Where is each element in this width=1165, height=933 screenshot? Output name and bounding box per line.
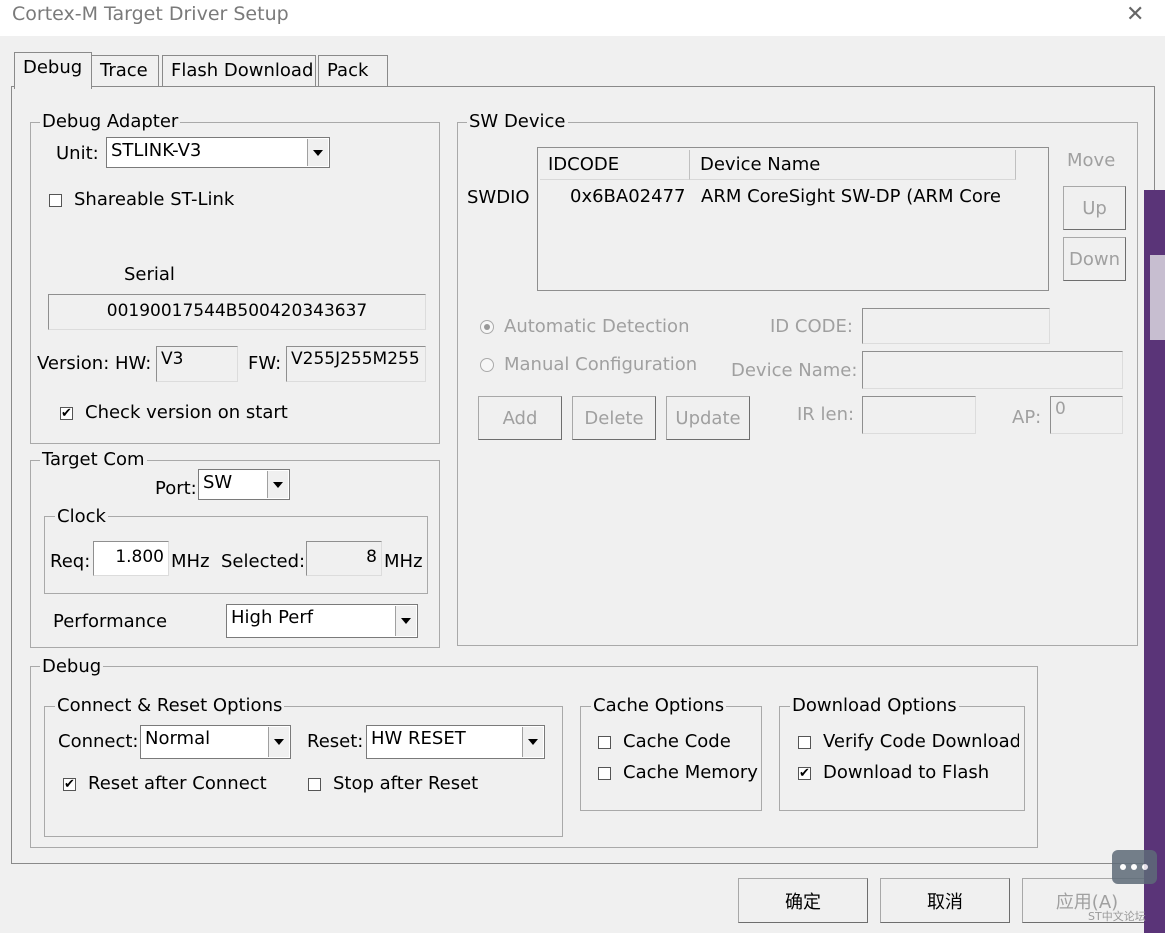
- irlen-input[interactable]: [862, 396, 976, 434]
- req-input[interactable]: 1.800: [93, 541, 169, 576]
- debug-label: Debug: [40, 656, 104, 677]
- fw-version-field: V255J255M255: [286, 346, 426, 382]
- req-label: Req:: [50, 551, 91, 572]
- side-decoration-highlight: [1150, 255, 1165, 340]
- close-icon[interactable]: ✕: [1126, 2, 1144, 27]
- hw-version-field: V3: [156, 346, 238, 382]
- column-header-idcode[interactable]: IDCODE: [540, 150, 690, 180]
- cache-code-checkbox[interactable]: [598, 736, 611, 749]
- swdio-label: SWDIO: [467, 187, 530, 208]
- ok-button[interactable]: 确定: [738, 878, 868, 923]
- idcode-input[interactable]: [862, 308, 1050, 344]
- update-button[interactable]: Update: [666, 396, 750, 440]
- manual-config-label: Manual Configuration: [504, 354, 698, 375]
- verify-code-label: Verify Code Download: [823, 731, 1019, 752]
- selected-field: 8: [306, 541, 382, 576]
- add-button[interactable]: Add: [478, 396, 562, 440]
- serial-label: Serial: [124, 264, 175, 285]
- selected-label: Selected:: [221, 551, 306, 572]
- stop-after-reset-checkbox[interactable]: [308, 778, 321, 791]
- tab-pack[interactable]: Pack: [318, 55, 388, 87]
- auto-detection-radio[interactable]: [480, 320, 494, 334]
- move-label: Move: [1067, 150, 1116, 171]
- cache-options-group: [580, 706, 762, 811]
- auto-detection-label: Automatic Detection: [504, 316, 690, 337]
- chevron-down-icon: [395, 606, 416, 636]
- table-row[interactable]: 0x6BA02477 ARM CoreSight SW-DP (ARM Core: [540, 184, 1045, 214]
- cache-memory-checkbox[interactable]: [598, 767, 611, 780]
- check-version-checkbox[interactable]: ✔: [60, 407, 73, 420]
- verify-code-checkbox[interactable]: [798, 736, 811, 749]
- debug-adapter-group: [30, 122, 440, 444]
- performance-select[interactable]: High Perf: [226, 604, 418, 638]
- port-label: Port:: [155, 478, 197, 499]
- download-to-flash-checkbox[interactable]: ✔: [798, 767, 811, 780]
- check-version-label: Check version on start: [85, 402, 288, 423]
- tab-flash-download[interactable]: Flash Download: [162, 55, 316, 87]
- port-select[interactable]: SW: [198, 469, 290, 500]
- connect-select[interactable]: Normal: [140, 725, 291, 759]
- fw-label: FW:: [248, 353, 282, 374]
- shareable-checkbox[interactable]: [49, 194, 62, 207]
- cache-memory-label: Cache Memory: [623, 762, 758, 783]
- stop-after-reset-label: Stop after Reset: [333, 773, 479, 794]
- chevron-down-icon: [522, 727, 543, 757]
- delete-button[interactable]: Delete: [572, 396, 656, 440]
- watermark: ST中文论坛: [1088, 910, 1146, 923]
- target-com-label: Target Com: [40, 449, 147, 470]
- chevron-down-icon: [267, 471, 288, 498]
- move-up-button[interactable]: Up: [1063, 186, 1126, 230]
- move-down-button[interactable]: Down: [1063, 237, 1126, 281]
- reset-label: Reset:: [307, 731, 364, 752]
- chevron-down-icon: [307, 139, 328, 166]
- serial-field: 00190017544B500420343637: [48, 294, 426, 330]
- cancel-button[interactable]: 取消: [880, 878, 1010, 923]
- download-to-flash-label: Download to Flash: [823, 762, 990, 783]
- connect-reset-label: Connect & Reset Options: [55, 695, 285, 716]
- debug-adapter-label: Debug Adapter: [40, 111, 181, 132]
- selected-unit: MHz: [384, 551, 423, 572]
- req-unit: MHz: [171, 551, 210, 572]
- manual-config-radio[interactable]: [480, 358, 494, 372]
- ap-input[interactable]: 0: [1050, 396, 1123, 434]
- tab-debug[interactable]: Debug: [14, 52, 92, 89]
- connect-label: Connect:: [58, 731, 139, 752]
- clock-label: Clock: [55, 506, 108, 527]
- unit-label: Unit:: [56, 143, 99, 164]
- irlen-label: IR len:: [797, 404, 855, 425]
- performance-label: Performance: [53, 611, 168, 632]
- download-options-label: Download Options: [790, 695, 959, 716]
- ap-label: AP:: [1012, 407, 1042, 428]
- device-name-field-label: Device Name:: [731, 360, 858, 381]
- cache-options-label: Cache Options: [591, 695, 727, 716]
- cache-code-label: Cache Code: [623, 731, 731, 752]
- idcode-cell: 0x6BA02477: [570, 186, 686, 207]
- unit-select[interactable]: STLINK-V3: [106, 137, 330, 168]
- reset-after-connect-checkbox[interactable]: ✔: [63, 778, 76, 791]
- download-options-group: [779, 706, 1025, 811]
- chevron-down-icon: [268, 727, 289, 757]
- device-name-cell: ARM CoreSight SW-DP (ARM Core: [701, 186, 1001, 207]
- column-header-device-name[interactable]: Device Name: [690, 150, 1016, 180]
- version-hw-label: Version: HW:: [37, 353, 152, 374]
- tab-trace[interactable]: Trace: [91, 55, 159, 87]
- reset-after-connect-label: Reset after Connect: [88, 773, 267, 794]
- chat-bubble-icon: [1112, 850, 1157, 884]
- device-table[interactable]: IDCODE Device Name 0x6BA02477 ARM CoreSi…: [537, 147, 1049, 291]
- idcode-field-label: ID CODE:: [770, 316, 853, 337]
- sw-device-label: SW Device: [467, 111, 568, 132]
- shareable-label: Shareable ST-Link: [74, 189, 235, 210]
- window-title: Cortex-M Target Driver Setup: [12, 3, 289, 25]
- device-name-input[interactable]: [862, 351, 1123, 389]
- reset-select[interactable]: HW RESET: [366, 725, 545, 759]
